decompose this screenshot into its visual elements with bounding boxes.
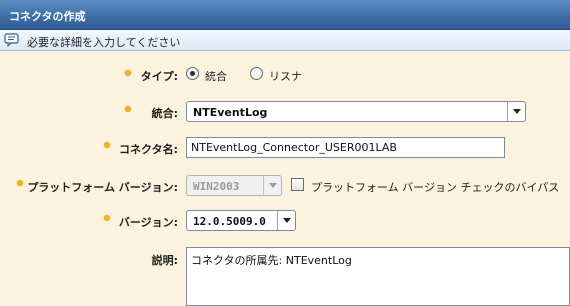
version-value: 12.0.5009.0 (193, 215, 266, 228)
platform-version-label: プラットフォーム バージョン: (27, 181, 178, 194)
info-bar: 必要な詳細を入力してください (0, 30, 570, 51)
platform-version-row: プラットフォーム バージョン: WIN2003 プラットフォーム バージョン チ… (0, 175, 570, 196)
platform-version-value: WIN2003 (193, 180, 240, 193)
description-row: 説明: コネクタの所属先: NTEventLog (0, 247, 570, 306)
type-row: タイプ: 統合 リスナ (0, 66, 570, 84)
bypass-check-checkbox[interactable] (291, 178, 304, 191)
platform-version-select: WIN2003 (186, 175, 282, 196)
required-marker (125, 70, 131, 76)
window-title: コネクタの作成 (9, 10, 86, 23)
version-row: バージョン: 12.0.5009.0 (0, 210, 570, 231)
info-message: 必要な詳細を入力してください (27, 36, 181, 49)
integration-label: 統合: (151, 107, 178, 120)
connector-name-label: コネクタ名: (119, 143, 178, 156)
required-marker (17, 180, 23, 186)
chevron-down-icon[interactable] (507, 102, 525, 121)
type-integration-radio[interactable] (186, 67, 199, 80)
bypass-check-label[interactable]: プラットフォーム バージョン チェックのバイパス (311, 179, 559, 195)
description-label: 説明: (151, 254, 178, 267)
radio-selected-dot (190, 71, 195, 76)
version-label: バージョン: (118, 216, 178, 229)
type-listener-radio[interactable] (250, 67, 263, 80)
integration-row: 統合: NTEventLog (0, 101, 570, 122)
connector-name-input[interactable]: NTEventLog_Connector_USER001LAB (186, 137, 505, 158)
message-icon (4, 33, 19, 47)
type-integration-label[interactable]: 統合 (205, 68, 227, 84)
chevron-down-icon (263, 176, 281, 195)
required-marker (104, 142, 110, 148)
description-textarea[interactable]: コネクタの所属先: NTEventLog (186, 247, 570, 306)
type-listener-label[interactable]: リスナ (269, 68, 302, 84)
required-marker (125, 106, 131, 112)
required-marker (104, 215, 110, 221)
connector-name-row: コネクタ名: NTEventLog_Connector_USER001LAB (0, 137, 570, 158)
window-title-bar: コネクタの作成 (0, 0, 570, 30)
version-select[interactable]: 12.0.5009.0 (186, 210, 296, 231)
type-label: タイプ: (140, 70, 178, 83)
integration-value: NTEventLog (193, 106, 268, 119)
integration-select[interactable]: NTEventLog (186, 101, 526, 122)
chevron-down-icon[interactable] (277, 211, 295, 230)
